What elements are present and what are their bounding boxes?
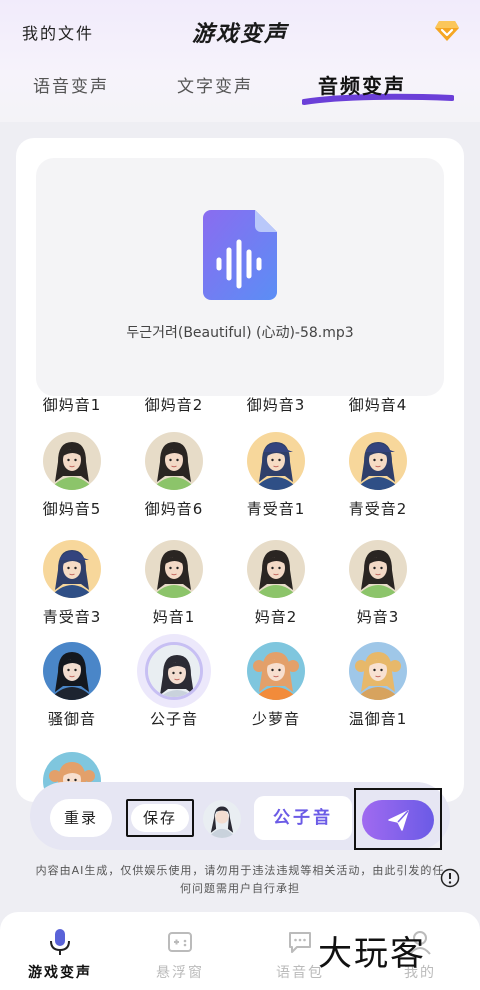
action-bar: 重录 保存 公子音 [30,782,450,850]
voice-avatar [145,432,203,490]
nav-floating-window[interactable]: 悬浮窗 [120,912,240,990]
send-icon [388,810,409,831]
voice-avatar [247,642,305,700]
info-icon[interactable] [440,868,460,888]
send-button[interactable] [362,800,434,840]
voice-avatar [43,642,101,700]
voice-avatar [349,540,407,598]
voice-option[interactable]: 妈音3 [328,540,428,640]
voice-avatar [247,432,305,490]
voice-label: 御妈音6 [144,500,204,518]
voice-option[interactable]: 妈音1 [124,540,224,640]
voice-option[interactable]: 青受音1 [226,432,326,532]
voice-option[interactable]: 青受音2 [328,432,428,532]
audio-file-panel[interactable]: 두근거려(Beautiful) (心动)-58.mp3 [36,158,444,396]
voice-label: 青受音2 [348,500,408,518]
audio-file-icon [203,210,277,300]
voice-option[interactable]: 少萝音 [226,642,326,742]
voice-option[interactable]: 青受音3 [22,540,122,640]
page-title: 游戏变声 [191,22,288,47]
save-button[interactable]: 保存 [131,804,189,832]
nav-label: 悬浮窗 [156,965,204,981]
voice-label: 妈音3 [356,608,400,626]
voice-label: 御妈音2 [144,396,204,414]
voice-label: 御妈音5 [42,500,102,518]
tab-bar: 语音变声 文字变声 音频变声 [0,72,480,112]
voice-avatar [145,642,203,700]
mic-icon [50,929,70,955]
voice-avatar [247,540,305,598]
voice-label: 青受音3 [42,608,102,626]
voice-avatar [43,540,101,598]
voice-option[interactable]: 御妈音6 [124,432,224,532]
nav-game-voice[interactable]: 游戏变声 [0,912,120,990]
voice-avatar [349,642,407,700]
voice-option[interactable]: 御妈音5 [22,432,122,532]
header: 我的文件 游戏变声 语音变声 文字变声 音频变声 [0,0,480,122]
save-button-frame[interactable]: 保存 [126,799,194,837]
rerecord-button[interactable]: 重录 [50,799,112,837]
chat-icon [289,932,311,953]
voice-label: 妈音2 [254,608,298,626]
selected-voice-avatar [203,800,241,838]
ai-disclaimer: 内容由AI生成，仅供娱乐使用，请勿用于违法违规等相关活动，由此引发的任何问题需用… [35,864,445,895]
voice-option[interactable]: 公子音 [124,634,224,742]
nav-label: 游戏变声 [28,965,92,981]
voice-label: 少萝音 [251,710,300,728]
tab-voice-change[interactable]: 语音变声 [33,72,109,97]
tab-text-change[interactable]: 文字变声 [177,72,253,97]
voice-label: 妈音1 [152,608,196,626]
voice-label: 公子音 [149,710,198,728]
gamepad-icon [168,932,192,952]
voice-label: 御妈音3 [246,396,306,414]
voice-label: 骚御音 [47,710,96,728]
voice-option[interactable]: 温御音1 [328,642,428,742]
voice-label: 御妈音4 [348,396,408,414]
diamond-icon[interactable] [434,20,460,42]
voice-avatar [43,432,101,490]
tab-audio-change[interactable]: 音频变声 [318,70,406,99]
audio-file-name: 두근거려(Beautiful) (心动)-58.mp3 [126,325,354,341]
voice-card: 御妈音1 御妈音2 御妈音3 御妈音4 御妈音5 御妈音6 青受音1 青受音2 青受音3 妈音1 妈… [16,138,464,802]
voice-avatar [145,540,203,598]
send-button-frame[interactable] [354,788,442,850]
voice-label: 御妈音1 [42,396,102,414]
voice-option[interactable]: 骚御音 [22,642,122,742]
voice-avatar [349,432,407,490]
selected-voice-name[interactable]: 公子音 [254,796,352,840]
voice-option[interactable]: 妈音2 [226,540,326,640]
voice-label: 温御音1 [348,710,408,728]
voice-label: 青受音1 [246,500,306,518]
watermark-text: 大玩客 [318,934,426,974]
